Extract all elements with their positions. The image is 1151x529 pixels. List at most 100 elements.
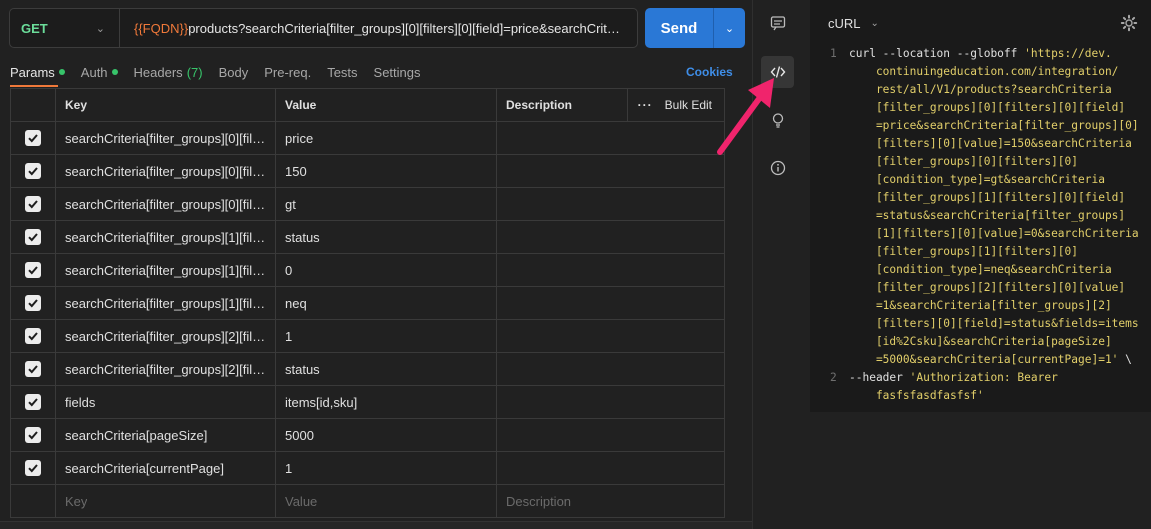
horizontal-scrollbar[interactable]	[0, 521, 752, 529]
url-variable: {{FQDN}}	[134, 20, 189, 36]
param-checkbox[interactable]	[25, 394, 41, 410]
code-line: =1&searchCriteria[filter_groups][2]	[830, 297, 1151, 315]
param-value-cell[interactable]: 150	[275, 155, 496, 187]
param-key-cell[interactable]: searchCriteria[filter_groups][2][filt...	[55, 353, 275, 385]
table-row: searchCriteria[filter_groups][1][filt...…	[10, 221, 725, 254]
code-snippet-panel: cURL ⌄ 1 curl --location --globoff 'https…	[810, 0, 1151, 412]
param-value-cell[interactable]: 1	[275, 452, 496, 484]
tab-params[interactable]: Params	[10, 65, 65, 80]
param-checkbox[interactable]	[25, 262, 41, 278]
method-select[interactable]: GET ⌄	[10, 9, 120, 47]
table-row: searchCriteria[currentPage] 1	[10, 452, 725, 485]
tab-body[interactable]: Body	[219, 65, 249, 80]
param-value-cell[interactable]: 5000	[275, 419, 496, 451]
param-value-cell[interactable]: items[id,sku]	[275, 386, 496, 418]
param-description-cell[interactable]	[496, 287, 725, 319]
tab-auth[interactable]: Auth	[81, 65, 118, 80]
send-button[interactable]: Send ⌄	[645, 8, 745, 48]
bulk-edit-button[interactable]: ··· Bulk Edit	[626, 89, 712, 121]
table-row: searchCriteria[filter_groups][1][filt...…	[10, 254, 725, 287]
line-number	[830, 351, 849, 369]
param-checkbox[interactable]	[25, 163, 41, 179]
tab-tests[interactable]: Tests	[327, 65, 357, 80]
param-value-cell[interactable]: neq	[275, 287, 496, 319]
checkmark-icon	[28, 464, 38, 473]
url-input[interactable]: {{FQDN}}products?searchCriteria[filter_g…	[120, 21, 637, 36]
param-checkbox[interactable]	[25, 328, 41, 344]
param-description-cell[interactable]	[496, 452, 725, 484]
param-description-cell[interactable]	[496, 386, 725, 418]
params-table: Key Value Description ··· Bulk Edit searc…	[10, 88, 725, 518]
code-line: [filter_groups][0][filters][0]	[830, 153, 1151, 171]
header-key: Key	[55, 89, 275, 121]
header-value: Value	[275, 89, 496, 121]
comments-button[interactable]	[761, 7, 794, 39]
param-checkbox[interactable]	[25, 229, 41, 245]
url-text: products?searchCriteria[filter_groups][0…	[188, 20, 637, 36]
param-checkbox[interactable]	[25, 460, 41, 476]
param-key-cell[interactable]: searchCriteria[filter_groups][2][filt...	[55, 320, 275, 352]
checkmark-icon	[28, 266, 38, 275]
tab-pre-req[interactable]: Pre-req.	[264, 65, 311, 80]
table-row: fields items[id,sku]	[10, 386, 725, 419]
chevron-down-icon: ⌄	[870, 18, 879, 29]
more-icon: ···	[637, 98, 653, 112]
method-label: GET	[21, 20, 48, 36]
language-select[interactable]: cURL ⌄	[828, 16, 879, 31]
param-value-cell[interactable]: 1	[275, 320, 496, 352]
table-row: searchCriteria[filter_groups][0][filt...…	[10, 155, 725, 188]
param-checkbox[interactable]	[25, 130, 41, 146]
param-checkbox[interactable]	[25, 196, 41, 212]
param-key-cell[interactable]: searchCriteria[pageSize]	[55, 419, 275, 451]
param-value-cell[interactable]: status	[275, 221, 496, 253]
new-key-input[interactable]: Key	[55, 485, 275, 517]
code-line: 1 curl --location --globoff 'https://dev.	[830, 45, 1151, 63]
checkmark-icon	[28, 134, 38, 143]
param-description-cell[interactable]	[496, 122, 725, 154]
tab-settings[interactable]: Settings	[374, 65, 421, 80]
tab-status-dot	[58, 69, 65, 75]
param-description-cell[interactable]	[496, 320, 725, 352]
param-key-cell[interactable]: searchCriteria[filter_groups][1][filt...	[55, 287, 275, 319]
param-key-cell[interactable]: searchCriteria[filter_groups][1][filt...	[55, 254, 275, 286]
param-value-cell[interactable]: status	[275, 353, 496, 385]
table-row: searchCriteria[filter_groups][0][filt...…	[10, 122, 725, 155]
tab-status-dot	[111, 69, 118, 75]
comment-icon	[770, 16, 785, 31]
param-description-cell[interactable]	[496, 419, 725, 451]
send-label: Send	[660, 19, 698, 37]
param-checkbox[interactable]	[25, 427, 41, 443]
param-value-cell[interactable]: gt	[275, 188, 496, 220]
param-key-cell[interactable]: searchCriteria[currentPage]	[55, 452, 275, 484]
param-value-cell[interactable]: 0	[275, 254, 496, 286]
table-row: searchCriteria[filter_groups][2][filt...…	[10, 353, 725, 386]
table-row: searchCriteria[filter_groups][1][filt...…	[10, 287, 725, 320]
param-key-cell[interactable]: searchCriteria[filter_groups][0][filt...	[55, 122, 275, 154]
param-description-cell[interactable]	[496, 155, 725, 187]
param-key-cell[interactable]: searchCriteria[filter_groups][0][filt...	[55, 155, 275, 187]
table-row: searchCriteria[filter_groups][2][filt...…	[10, 320, 725, 353]
param-checkbox[interactable]	[25, 295, 41, 311]
param-value-cell[interactable]: price	[275, 122, 496, 154]
new-description-input[interactable]: Description	[496, 485, 725, 517]
tab-headers[interactable]: Headers (7)	[134, 65, 203, 80]
new-value-input[interactable]: Value	[275, 485, 496, 517]
request-tabs: Params Auth Headers (7) Body Pre-req. Tests Set…	[10, 60, 437, 84]
table-row: searchCriteria[filter_groups][0][filt...…	[10, 188, 725, 221]
param-description-cell[interactable]	[496, 221, 725, 253]
code-line: [id%2Csku]&searchCriteria[pageSize]	[830, 333, 1151, 351]
code-snippet[interactable]: 1 curl --location --globoff 'https://dev.…	[830, 45, 1151, 405]
param-rows: searchCriteria[filter_groups][0][filt...…	[10, 122, 725, 485]
param-key-cell[interactable]: fields	[55, 386, 275, 418]
send-options-chevron-icon[interactable]: ⌄	[714, 22, 745, 35]
param-checkbox[interactable]	[25, 361, 41, 377]
param-key-cell[interactable]: searchCriteria[filter_groups][1][filt...	[55, 221, 275, 253]
param-key-cell[interactable]: searchCriteria[filter_groups][0][filt...	[55, 188, 275, 220]
line-number	[830, 99, 849, 117]
param-description-cell[interactable]	[496, 254, 725, 286]
request-panel: GET ⌄ {{FQDN}}products?searchCriteria[fi…	[0, 0, 752, 529]
param-description-cell[interactable]	[496, 188, 725, 220]
gear-icon[interactable]	[1120, 14, 1138, 32]
param-description-cell[interactable]	[496, 353, 725, 385]
checkmark-icon	[28, 398, 38, 407]
